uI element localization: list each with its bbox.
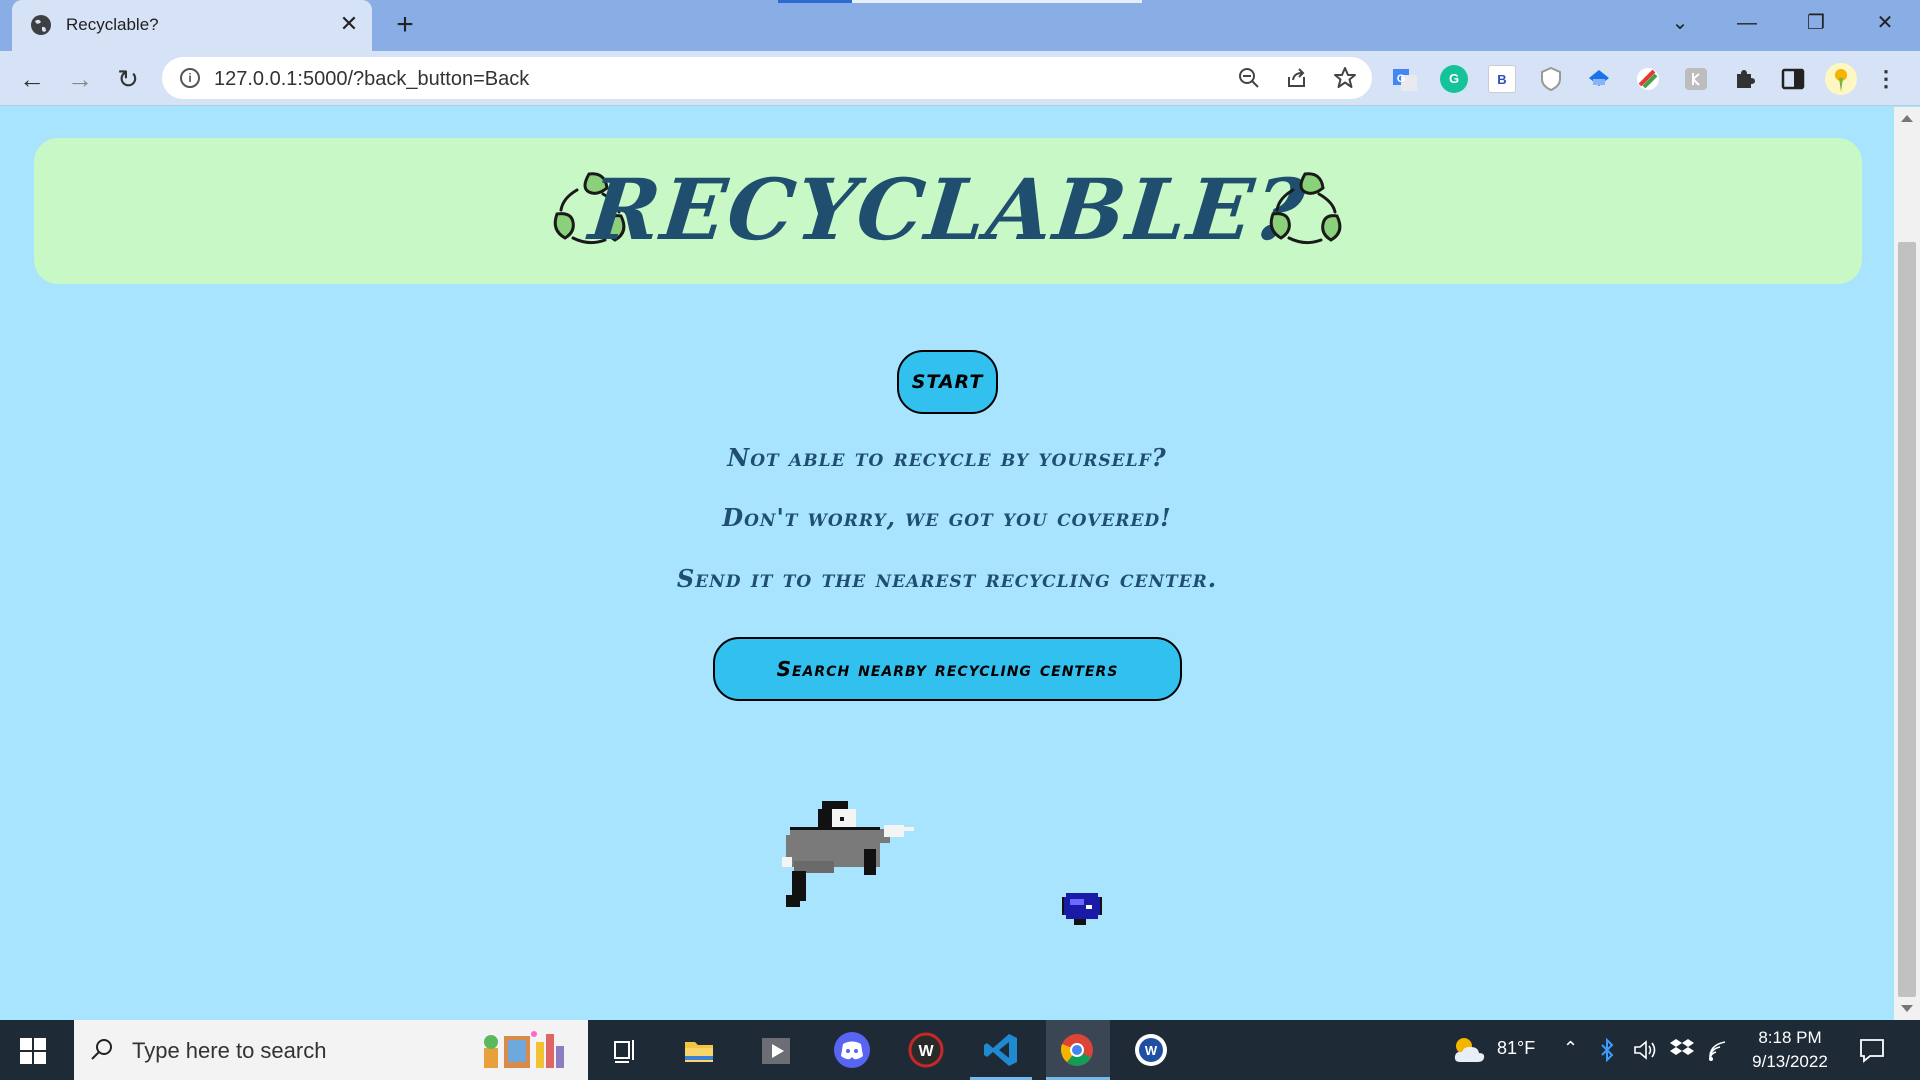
- w-app-icon[interactable]: W: [906, 1030, 946, 1070]
- blue-extension-icon[interactable]: [1585, 65, 1613, 93]
- shield-extension-icon[interactable]: [1537, 65, 1565, 93]
- file-explorer-icon[interactable]: [679, 1030, 719, 1070]
- svg-text:G: G: [1397, 73, 1406, 85]
- vertical-scrollbar[interactable]: [1894, 107, 1920, 1020]
- wifi-icon[interactable]: [1707, 1038, 1733, 1062]
- scroll-down-arrow[interactable]: [1901, 1005, 1913, 1012]
- weather-cloud-icon: [1454, 1038, 1485, 1062]
- message-line-1: Not able to recycle by yourself?: [727, 443, 1167, 472]
- tab-title: Recyclable?: [66, 15, 159, 34]
- message-line-2: Don't worry, we got you covered!: [722, 503, 1172, 532]
- puzzle-extensions-icon[interactable]: [1731, 65, 1759, 93]
- grammarly-icon[interactable]: G: [1440, 65, 1468, 93]
- recycle-leaf-icon: [1269, 172, 1342, 245]
- search-recycling-centers-button[interactable]: Search nearby recycling centers: [713, 637, 1182, 701]
- chrome-icon[interactable]: [1057, 1030, 1097, 1070]
- color-extension-icon[interactable]: [1634, 65, 1662, 93]
- w-circle-app-icon[interactable]: W: [1131, 1030, 1171, 1070]
- clock-date: 9/13/2022: [1752, 1052, 1828, 1071]
- tab-close-icon[interactable]: ✕: [336, 11, 362, 37]
- weather-temperature[interactable]: 81°F: [1497, 1038, 1535, 1059]
- browser-tab-strip: Recyclable? ✕ + ⌄ — ❐ ✕: [0, 0, 1920, 51]
- search-placeholder: Type here to search: [132, 1038, 327, 1063]
- windows-start-icon[interactable]: [20, 1038, 46, 1064]
- restore-button[interactable]: ❐: [1796, 8, 1836, 38]
- back-button[interactable]: ←: [15, 63, 49, 95]
- discord-icon[interactable]: [832, 1030, 872, 1070]
- globe-icon: [31, 15, 51, 35]
- taskbar-clock[interactable]: 8:18 PM 9/13/2022: [1735, 1026, 1845, 1074]
- bluetooth-icon[interactable]: [1599, 1038, 1615, 1062]
- scroll-up-arrow[interactable]: [1901, 115, 1913, 122]
- header-banner: RECYCLABLE?: [34, 138, 1862, 284]
- address-url[interactable]: 127.0.0.1:5000/?back_button=Back: [214, 68, 529, 91]
- new-tab-button[interactable]: +: [390, 10, 420, 40]
- grey-extension-icon[interactable]: [1682, 65, 1710, 93]
- address-bar[interactable]: i 127.0.0.1:5000/?back_button=Back: [162, 57, 1372, 99]
- minimize-button[interactable]: —: [1727, 8, 1767, 38]
- side-panel-icon[interactable]: [1779, 65, 1807, 93]
- search-highlight-illustration: [484, 1031, 564, 1068]
- close-window-button[interactable]: ✕: [1865, 8, 1905, 38]
- search-icon: [91, 1039, 112, 1060]
- svg-text:W: W: [1145, 1043, 1158, 1058]
- tab-search-icon[interactable]: ⌄: [1660, 8, 1700, 38]
- browser-toolbar: ← → ↻ i 127.0.0.1:5000/?back_button=Back…: [0, 51, 1920, 106]
- task-view-icon[interactable]: [605, 1030, 645, 1070]
- page-content: RECYCLABLE? START Not able to recycle by…: [0, 107, 1894, 1020]
- show-hidden-icons-icon[interactable]: ⌃: [1563, 1038, 1578, 1059]
- clock-time: 8:18 PM: [1758, 1028, 1822, 1047]
- share-icon[interactable]: [1284, 65, 1310, 91]
- start-button[interactable]: START: [897, 350, 998, 414]
- windows-taskbar: Type here to search W W 81°F ⌃ 8:18 PM 9…: [0, 1020, 1920, 1080]
- reload-button[interactable]: ↻: [111, 63, 145, 95]
- browser-tab-active[interactable]: Recyclable? ✕: [12, 0, 372, 51]
- bookmark-star-icon[interactable]: [1332, 65, 1358, 91]
- page-title: RECYCLABLE?: [585, 160, 1311, 259]
- media-player-icon[interactable]: [756, 1030, 796, 1070]
- svg-text:W: W: [918, 1043, 934, 1060]
- vscode-icon[interactable]: [981, 1030, 1021, 1070]
- pixel-person-sprite: [782, 801, 914, 907]
- taskbar-search-box[interactable]: Type here to search: [74, 1020, 588, 1080]
- b-extension-icon[interactable]: B: [1488, 65, 1516, 93]
- profile-avatar[interactable]: [1824, 62, 1858, 96]
- loading-indicator: [778, 0, 852, 3]
- menu-icon[interactable]: ⋮: [1872, 65, 1900, 93]
- google-translate-icon[interactable]: G: [1391, 65, 1419, 93]
- dropbox-icon[interactable]: [1669, 1037, 1695, 1061]
- loading-track: [852, 0, 1142, 3]
- forward-button[interactable]: →: [63, 63, 97, 95]
- notifications-icon[interactable]: [1858, 1036, 1886, 1064]
- message-line-3: Send it to the nearest recycling center.: [676, 564, 1218, 593]
- site-info-icon[interactable]: i: [180, 68, 200, 88]
- volume-icon[interactable]: [1632, 1038, 1658, 1062]
- pixel-can-sprite: [1062, 893, 1102, 925]
- scrollbar-thumb[interactable]: [1898, 242, 1916, 997]
- zoom-out-icon[interactable]: [1236, 65, 1262, 91]
